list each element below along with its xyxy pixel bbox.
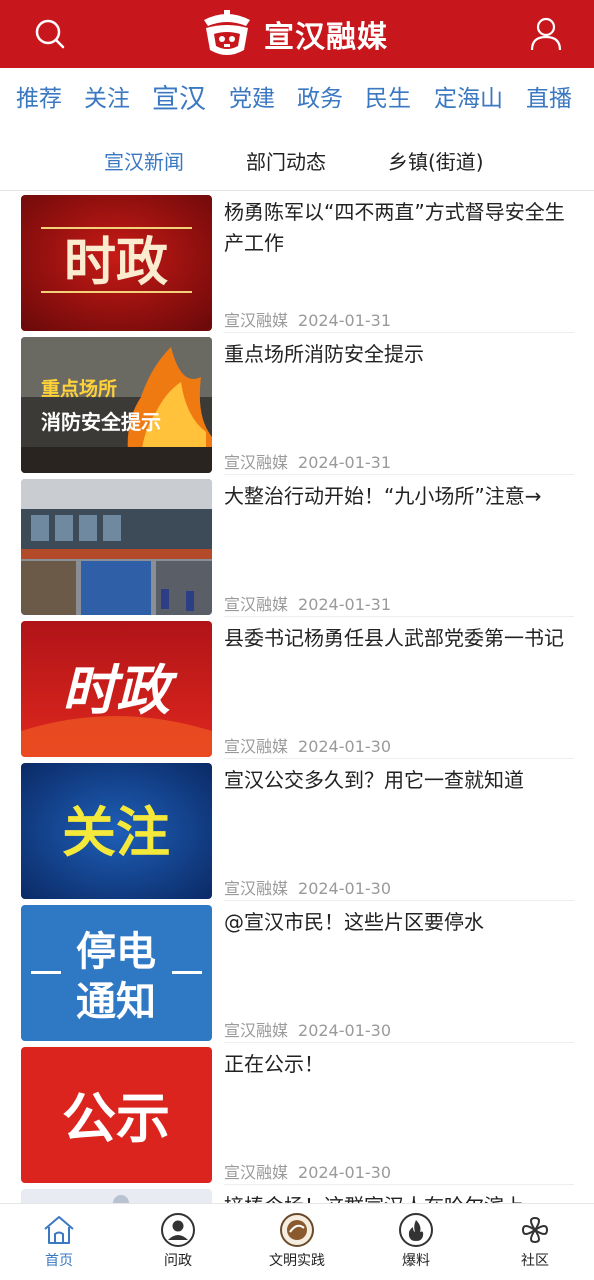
thumb-text: 时政 — [64, 233, 168, 293]
news-item[interactable]: 接棒令场！这群宣汉人在哈尔滨上 — [0, 1185, 594, 1203]
news-date: 2024-01-30 — [298, 1163, 391, 1182]
channel-tabs: 推荐 关注 宣汉 党建 政务 民生 定海山 直播 — [0, 68, 594, 124]
news-source: 宣汉融媒 — [224, 737, 289, 756]
news-thumbnail: 时政 — [21, 195, 212, 331]
news-source: 宣汉融媒 — [224, 311, 289, 330]
nav-label: 首页 — [45, 1253, 73, 1269]
clover-icon — [521, 1216, 549, 1244]
news-thumbnail — [21, 479, 212, 615]
nav-home[interactable]: 首页 — [9, 1212, 109, 1276]
news-date: 2024-01-30 — [298, 879, 391, 898]
news-item[interactable]: 停电 通知 @宣汉市民！这些片区要停水 宣汉融媒 2024-01-30 — [0, 901, 594, 1043]
nav-civilization-practice[interactable]: 文明实践 — [247, 1212, 347, 1276]
news-title: 宣汉公交多久到？用它一查就知道 — [224, 768, 524, 792]
news-meta: 宣汉融媒 2024-01-31 — [224, 449, 391, 473]
nav-label: 文明实践 — [269, 1253, 325, 1269]
news-meta: 宣汉融媒 2024-01-30 — [224, 875, 391, 899]
nav-label: 爆料 — [402, 1253, 430, 1269]
subtab-towns-streets[interactable]: 乡镇(街道) — [388, 146, 484, 175]
news-meta: 宣汉融媒 2024-01-31 — [224, 307, 391, 331]
news-date: 2024-01-31 — [298, 595, 391, 614]
thumb-text: 通知 — [76, 979, 156, 1025]
thumb-text: 停电 — [76, 929, 156, 975]
news-item[interactable]: 时政 杨勇陈军以“四不两直”方式督导安全生产工作 宣汉融媒 2024-01-31 — [0, 191, 594, 333]
nav-label: 社区 — [521, 1253, 549, 1269]
news-source: 宣汉融媒 — [224, 1163, 289, 1182]
brand-logo: 宣汉融媒 — [196, 6, 388, 62]
news-item[interactable]: 重点场所 消防安全提示 重点场所消防安全提示 宣汉融媒 2024-01-31 — [0, 333, 594, 475]
nav-inquiry[interactable]: 问政 — [128, 1212, 228, 1276]
tab-live[interactable]: 直播 — [526, 79, 572, 113]
news-item[interactable]: 关注 宣汉公交多久到？用它一查就知道 宣汉融媒 2024-01-30 — [0, 759, 594, 901]
thumb-text: 公示 — [62, 1087, 170, 1150]
tab-dinghaishan[interactable]: 定海山 — [434, 79, 503, 113]
news-title: 正在公示！ — [224, 1052, 324, 1076]
news-date: 2024-01-31 — [298, 453, 391, 472]
news-item[interactable]: 大整治行动开始！“九小场所”注意→ 宣汉融媒 2024-01-31 — [0, 475, 594, 617]
subtab-xuanhan-news[interactable]: 宣汉新闻 — [104, 146, 184, 175]
nav-tipoff[interactable]: 爆料 — [366, 1212, 466, 1276]
sub-tabs: 宣汉新闻 部门动态 乡镇(街道) — [0, 132, 594, 188]
thumb-text: 时政 — [62, 659, 178, 722]
nav-community[interactable]: 社区 — [485, 1212, 585, 1276]
home-icon — [44, 1216, 74, 1244]
news-date: 2024-01-30 — [298, 1021, 391, 1040]
news-item[interactable]: 公示 正在公示！ 宣汉融媒 2024-01-30 — [0, 1043, 594, 1185]
news-thumbnail — [21, 1189, 212, 1203]
tab-follow[interactable]: 关注 — [84, 79, 130, 113]
bottom-nav: 首页 问政 文明实践 爆料 社区 — [0, 1203, 594, 1280]
thumb-text: 消防安全提示 — [41, 410, 161, 434]
thumb-text: 关注 — [62, 801, 170, 864]
news-thumbnail: 停电 通知 — [21, 905, 212, 1041]
news-list: 时政 杨勇陈军以“四不两直”方式督导安全生产工作 宣汉融媒 2024-01-31 … — [0, 191, 594, 1203]
news-thumbnail: 关注 — [21, 763, 212, 899]
news-title: @宣汉市民！这些片区要停水 — [224, 910, 484, 934]
tab-recommend[interactable]: 推荐 — [16, 79, 62, 113]
user-icon[interactable] — [524, 12, 568, 56]
news-meta: 宣汉融媒 2024-01-30 — [224, 1159, 391, 1183]
news-title: 县委书记杨勇任县人武部党委第一书记 — [224, 626, 564, 650]
news-source: 宣汉融媒 — [224, 453, 289, 472]
news-date: 2024-01-30 — [298, 737, 391, 756]
search-icon[interactable] — [30, 14, 70, 54]
news-meta: 宣汉融媒 2024-01-31 — [224, 591, 391, 615]
tab-livelihood[interactable]: 民生 — [365, 79, 411, 113]
subtab-department-news[interactable]: 部门动态 — [246, 146, 326, 175]
news-thumbnail: 重点场所 消防安全提示 — [21, 337, 212, 473]
news-title: 杨勇陈军以“四不两直”方式督导安全生产工作 — [224, 200, 565, 255]
news-title: 接棒令场！这群宣汉人在哈尔滨上 — [224, 1191, 576, 1203]
news-title: 重点场所消防安全提示 — [224, 342, 424, 366]
news-thumbnail: 时政 — [21, 621, 212, 757]
tab-party-building[interactable]: 党建 — [229, 79, 275, 113]
nav-label: 问政 — [164, 1253, 192, 1269]
brand-emblem-icon — [204, 10, 250, 55]
news-source: 宣汉融媒 — [224, 595, 289, 614]
tab-xuanhan[interactable]: 宣汉 — [152, 77, 206, 116]
news-item[interactable]: 时政 县委书记杨勇任县人武部党委第一书记 宣汉融媒 2024-01-30 — [0, 617, 594, 759]
news-source: 宣汉融媒 — [224, 1021, 289, 1040]
civilization-practice-badge-icon — [280, 1213, 314, 1247]
news-meta: 宣汉融媒 2024-01-30 — [224, 733, 391, 757]
person-circle-icon — [161, 1213, 195, 1247]
news-title: 大整治行动开始！“九小场所”注意→ — [224, 484, 542, 508]
tab-government-affairs[interactable]: 政务 — [297, 79, 343, 113]
brand-name: 宣汉融媒 — [264, 20, 388, 55]
news-source: 宣汉融媒 — [224, 879, 289, 898]
thumb-text: 重点场所 — [41, 378, 117, 400]
news-meta: 宣汉融媒 2024-01-30 — [224, 1017, 391, 1041]
news-thumbnail: 公示 — [21, 1047, 212, 1183]
app-header: 宣汉融媒 — [0, 0, 594, 68]
news-date: 2024-01-31 — [298, 311, 391, 330]
flame-circle-icon — [399, 1213, 433, 1247]
